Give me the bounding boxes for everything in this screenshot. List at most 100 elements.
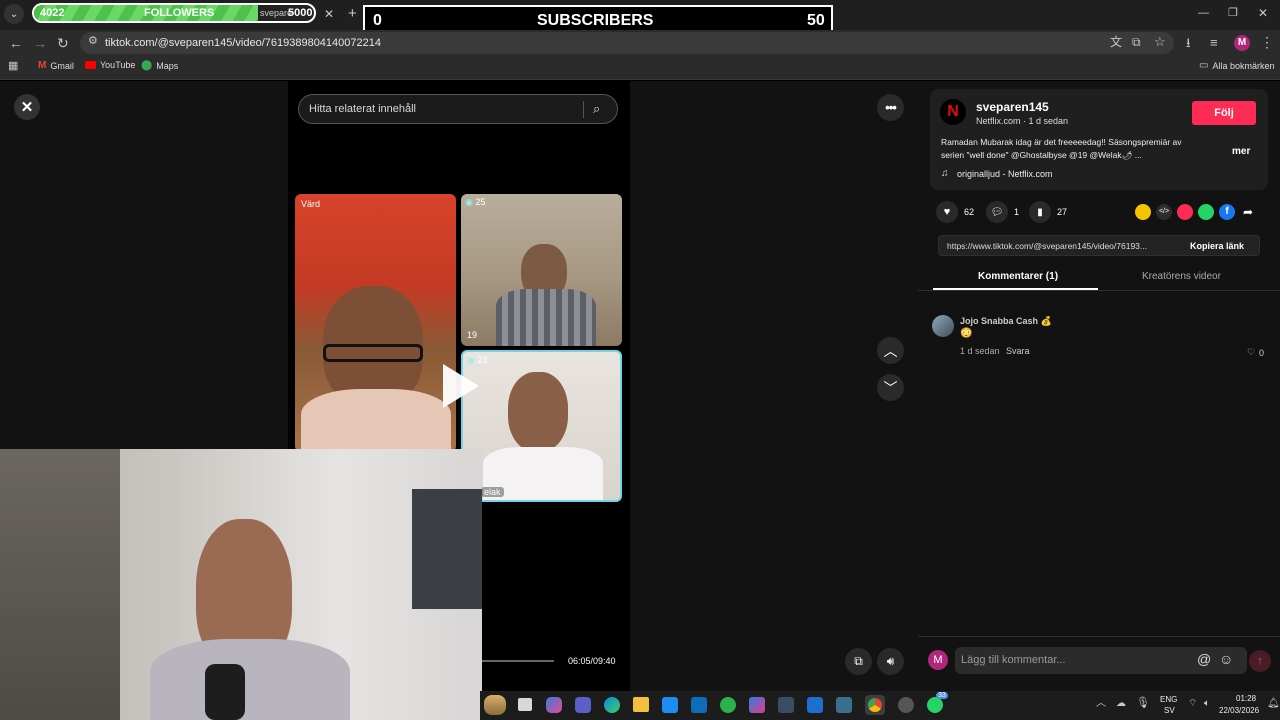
composer-avatar: M (928, 650, 948, 670)
apps-grid-icon[interactable]: ▦ (8, 61, 18, 72)
next-video-button[interactable]: ﹀ (877, 374, 904, 401)
comment-input-box[interactable]: Lägg till kommentar... @ ☺ (955, 647, 1247, 674)
mail-icon[interactable] (836, 697, 852, 713)
microphone-icon[interactable]: 🎙︎ (1136, 698, 1150, 709)
close-tab-icon[interactable]: ✕ (324, 8, 334, 20)
reply-button[interactable]: Svara (1006, 346, 1030, 356)
tab-comments[interactable]: Kommentarer (1) (978, 271, 1058, 282)
post-comment-button[interactable]: ↑ (1249, 650, 1271, 672)
like-action[interactable]: ♥ 62 (936, 201, 974, 223)
back-icon[interactable]: ← (9, 36, 23, 50)
commenter-name[interactable]: Jojo Snabba Cash 💰 (960, 316, 1052, 327)
folder-icon: ▭ (1199, 60, 1209, 71)
store-icon[interactable] (662, 697, 678, 713)
live-tile-guest-2[interactable]: ◉ 23 elak (461, 350, 622, 502)
whatsapp-taskbar-icon[interactable] (927, 697, 943, 713)
speaker-icon[interactable]: 🔈︎ (1204, 699, 1210, 709)
sound-name[interactable]: originalljud - Netflix.com (957, 169, 1053, 179)
m365-icon[interactable] (749, 697, 765, 713)
related-search-box[interactable]: Hitta relaterat innehåll ⌕ (298, 94, 618, 124)
mention-icon[interactable]: @ (1197, 651, 1211, 667)
comment-item: Jojo Snabba Cash 💰 😳 1 d sedan Svara ♡ 0 (932, 313, 1272, 363)
more-options-button[interactable]: ••• (877, 94, 904, 121)
close-player-button[interactable]: ✕ (14, 94, 40, 120)
emoji-icon[interactable]: ☺ (1219, 651, 1233, 667)
wifi-icon[interactable]: ⌔ (1188, 699, 1197, 709)
new-tab-icon[interactable]: + (348, 6, 357, 21)
translate-icon[interactable]: 文 (1110, 36, 1122, 48)
whatsapp-icon[interactable] (1198, 204, 1214, 220)
app-cube-icon[interactable] (778, 697, 794, 713)
all-bookmarks[interactable]: ▭ Alla bokmärken (1199, 60, 1274, 71)
author-username[interactable]: sveparen145 (976, 100, 1049, 114)
commenter-avatar[interactable] (932, 315, 954, 337)
live-tile-guest-1[interactable]: ◉ 25 19 (461, 194, 622, 346)
obs-icon[interactable] (898, 697, 914, 713)
heart-icon: ♥ (936, 201, 958, 223)
video-link[interactable]: https://www.tiktok.com/@sveparen145/vide… (947, 241, 1147, 251)
tray-overflow-icon[interactable]: ︿ (1096, 699, 1106, 709)
cloud-icon[interactable]: ☁ (1116, 699, 1126, 709)
close-window-icon[interactable]: ✕ (1258, 7, 1268, 19)
comment-text: 😳 (960, 328, 973, 339)
bookmark-gmail[interactable]: M Gmail (38, 60, 74, 71)
more-caption-button[interactable]: mer (1232, 146, 1250, 157)
task-view-icon[interactable] (518, 698, 532, 711)
input-region[interactable]: SV (1164, 706, 1175, 715)
media-icon[interactable]: ≡ (1210, 36, 1218, 49)
bookmark-maps[interactable]: ⬤ Maps (141, 60, 178, 71)
weather-widget-icon[interactable] (484, 695, 506, 715)
embed-icon[interactable]: </> (1156, 204, 1172, 220)
bookmark-youtube[interactable]: YouTube (85, 60, 135, 70)
copilot-icon[interactable] (546, 697, 562, 713)
vpn-icon[interactable] (720, 697, 736, 713)
previous-video-button[interactable]: ︿ (877, 337, 904, 364)
volume-button[interactable]: 🔊︎ (877, 648, 904, 675)
send-icon[interactable] (1177, 204, 1193, 220)
forward-icon[interactable]: → (33, 36, 47, 50)
search-icon[interactable]: ⌕ (593, 101, 600, 117)
facebook-icon[interactable]: f (1219, 204, 1235, 220)
download-icon[interactable]: ⭳ (1186, 36, 1191, 49)
file-explorer-icon[interactable] (633, 697, 649, 712)
followers-count: 4022 (40, 7, 65, 19)
notification-bell-icon[interactable]: 🔔︎ (1267, 699, 1280, 709)
edge-icon[interactable] (604, 697, 620, 713)
followers-goal: 5000 (288, 7, 313, 19)
coin-icon[interactable] (1135, 204, 1151, 220)
chrome-taskbar-button[interactable] (865, 695, 885, 715)
bookmark-star-icon[interactable]: ☆ (1154, 35, 1166, 48)
input-language[interactable]: ENG (1160, 695, 1177, 704)
photos-icon[interactable] (807, 697, 823, 713)
teams-icon[interactable] (575, 697, 591, 713)
comment-like-icon[interactable]: ♡ (1247, 347, 1255, 358)
subscribers-goal: 50 (807, 12, 825, 29)
follow-button[interactable]: Följ (1192, 101, 1256, 125)
live-tile-host[interactable]: Värd (295, 194, 456, 452)
site-info-icon[interactable]: ⚙ (88, 36, 98, 47)
comment-action[interactable]: 💬︎ 1 (986, 201, 1019, 223)
outlook-icon[interactable] (691, 697, 707, 713)
tab-creator-videos[interactable]: Kreatörens videor (1142, 271, 1221, 282)
profile-avatar[interactable]: M (1234, 35, 1250, 51)
clock-date[interactable]: 22/03/2026 (1219, 706, 1259, 715)
install-app-icon[interactable]: ⧉ (1132, 36, 1141, 48)
minimize-icon[interactable]: — (1198, 8, 1209, 19)
comment-bubble-icon: 💬︎ (986, 201, 1008, 223)
tab-search-button[interactable]: ⌄ (4, 4, 24, 24)
url-field[interactable]: ⚙ tiktok.com/@sveparen145/video/76193898… (80, 32, 1174, 54)
author-avatar[interactable]: N (940, 99, 966, 125)
reload-icon[interactable]: ↻ (57, 36, 69, 50)
copy-link-button[interactable]: Kopiera länk (1190, 241, 1244, 251)
related-search-input[interactable]: Hitta relaterat innehåll (309, 103, 416, 115)
play-icon[interactable] (443, 364, 479, 408)
comment-input[interactable]: Lägg till kommentar... (961, 654, 1066, 666)
menu-kebab-icon[interactable]: ⋮ (1260, 35, 1274, 49)
maximize-icon[interactable]: ❐ (1228, 8, 1238, 19)
floating-player-button[interactable]: ⧉ (845, 648, 872, 675)
share-arrow-icon[interactable]: ➦ (1240, 204, 1256, 220)
save-action[interactable]: ▮ 27 (1029, 201, 1067, 223)
progress-track[interactable] (480, 660, 554, 662)
clock-time[interactable]: 01:28 (1236, 694, 1256, 703)
volume-icon: 🔊︎ (886, 654, 895, 668)
